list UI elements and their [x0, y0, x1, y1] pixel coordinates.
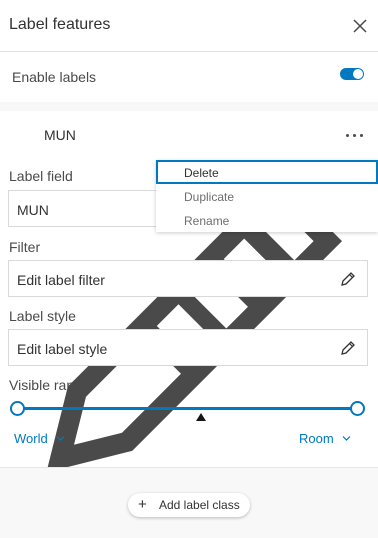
edit-label-style-text: Edit label style [17, 341, 108, 357]
label-field-label: Label field [9, 168, 73, 184]
panel-title: Label features [9, 16, 111, 33]
menu-item-duplicate[interactable]: Duplicate [156, 184, 378, 208]
label-field-value: MUN [17, 202, 49, 218]
min-scale-label: World [14, 431, 48, 446]
chevron-down-icon [342, 436, 351, 441]
label-class-context-menu: Delete Duplicate Rename [156, 160, 378, 232]
add-label-class-button[interactable]: + Add label class [128, 493, 250, 517]
plus-icon: + [138, 496, 147, 513]
menu-item-rename[interactable]: Rename [156, 208, 378, 232]
filter-label: Filter [9, 239, 41, 255]
current-scale-marker [196, 413, 206, 421]
more-horizontal-icon[interactable] [344, 128, 366, 142]
enable-labels-toggle[interactable] [340, 68, 364, 80]
max-scale-dropdown[interactable]: Room [299, 431, 351, 446]
panel-header: Label features [0, 0, 378, 52]
enable-labels-row: Enable labels [0, 53, 378, 102]
edit-label-filter-button[interactable]: Edit label filter [8, 260, 368, 297]
visible-range-label: Visible range [9, 377, 90, 393]
add-label-class-label: Add label class [159, 498, 240, 512]
section-divider [0, 102, 378, 111]
enable-labels-label: Enable labels [12, 69, 97, 85]
chevron-down-icon [56, 436, 65, 441]
menu-item-delete[interactable]: Delete [156, 160, 378, 184]
close-icon[interactable] [350, 16, 370, 36]
pencil-icon [341, 272, 355, 286]
visible-range-track[interactable] [17, 407, 359, 410]
pencil-icon [341, 341, 355, 355]
edit-label-style-button[interactable]: Edit label style [8, 329, 368, 366]
label-style-label: Label style [9, 308, 76, 324]
max-scale-label: Room [299, 431, 334, 446]
edit-label-filter-text: Edit label filter [17, 272, 105, 288]
label-class-name: MUN [44, 127, 76, 143]
visible-range-min-handle[interactable] [10, 401, 25, 416]
visible-range-max-handle[interactable] [350, 401, 365, 416]
min-scale-dropdown[interactable]: World [14, 431, 65, 446]
